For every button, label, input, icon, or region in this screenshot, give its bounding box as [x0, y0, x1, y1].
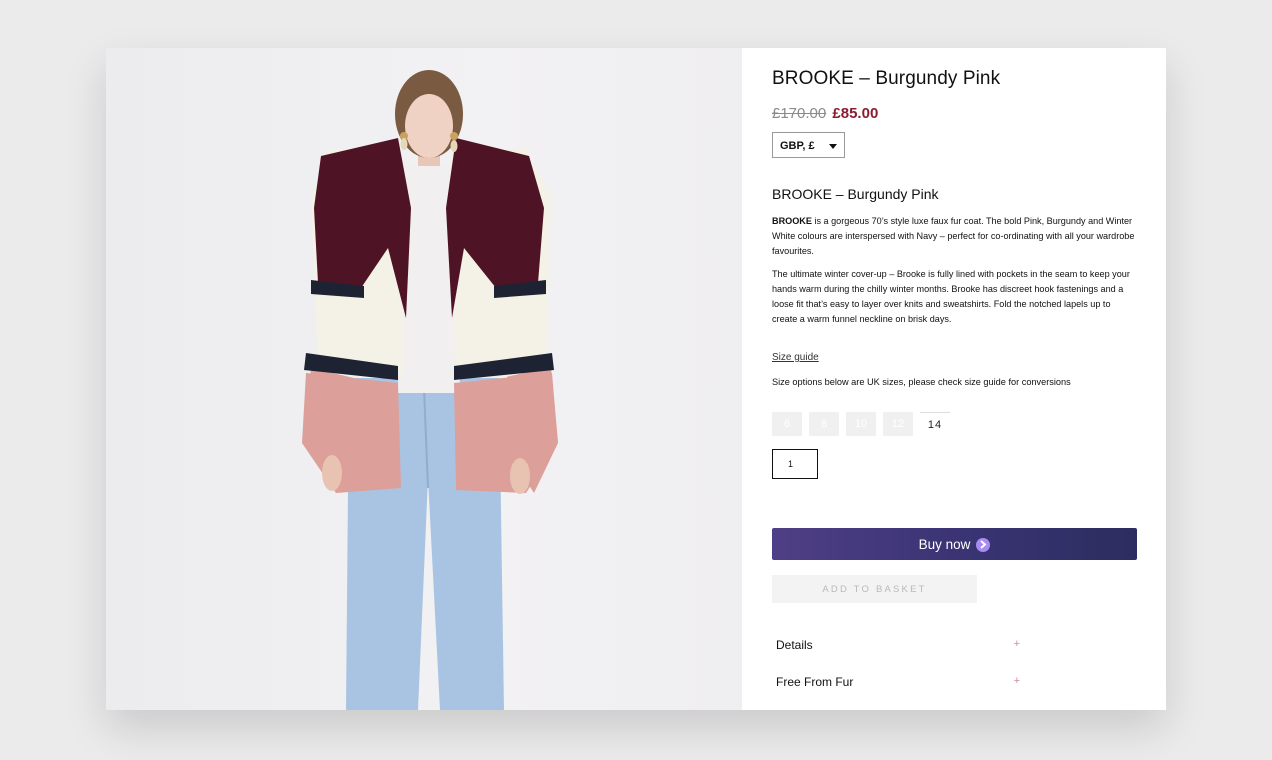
- size-guide-link[interactable]: Size guide: [772, 352, 819, 363]
- accordion-label: Free From Fur: [776, 675, 854, 689]
- size-note: Size options below are UK sizes, please …: [772, 377, 1071, 387]
- product-card: BROOKE – Burgundy Pink £170.00 £85.00 GB…: [106, 48, 1166, 710]
- plus-icon: +: [1013, 675, 1020, 687]
- price: £170.00 £85.00: [772, 105, 878, 122]
- currency-select-value: GBP, £: [780, 140, 815, 152]
- product-image[interactable]: [106, 48, 742, 710]
- buy-now-label: Buy now: [918, 536, 971, 552]
- sale-price: £85.00: [832, 105, 879, 122]
- model-in-coat-image: [302, 70, 558, 710]
- product-description: BROOKE is a gorgeous 70’s style luxe fau…: [772, 214, 1138, 336]
- plus-icon: +: [1013, 638, 1020, 650]
- size-option-12[interactable]: 12: [883, 412, 913, 436]
- description-text: is a gorgeous 70’s style luxe faux fur c…: [772, 216, 1135, 256]
- description-brand: BROOKE: [772, 216, 812, 226]
- size-option-8[interactable]: 8: [809, 412, 839, 436]
- original-price: £170.00: [772, 105, 827, 122]
- chevron-right-icon: [976, 537, 991, 552]
- accordion-label: Details: [776, 638, 813, 652]
- description-paragraph-2: The ultimate winter cover-up – Brooke is…: [772, 269, 1130, 324]
- size-options: 6 8 10 12 14: [772, 412, 950, 436]
- product-details-panel: BROOKE – Burgundy Pink £170.00 £85.00 GB…: [772, 48, 1138, 710]
- size-option-14[interactable]: 14: [920, 412, 950, 436]
- product-subtitle: BROOKE – Burgundy Pink: [772, 186, 939, 202]
- description-paragraph: BROOKE is a gorgeous 70’s style luxe fau…: [772, 214, 1138, 258]
- accordion-free-from-fur[interactable]: Free From Fur +: [776, 675, 1020, 689]
- quantity-input[interactable]: 1: [772, 449, 818, 479]
- accordion-details[interactable]: Details +: [776, 638, 1020, 652]
- buy-now-button[interactable]: Buy now: [772, 528, 1137, 560]
- size-option-10[interactable]: 10: [846, 412, 876, 436]
- product-title: BROOKE – Burgundy Pink: [772, 68, 1001, 89]
- size-option-6[interactable]: 6: [772, 412, 802, 436]
- currency-select[interactable]: GBP, £: [772, 132, 845, 158]
- chevron-down-icon: [829, 144, 837, 149]
- add-to-basket-button[interactable]: ADD TO BASKET: [772, 575, 977, 603]
